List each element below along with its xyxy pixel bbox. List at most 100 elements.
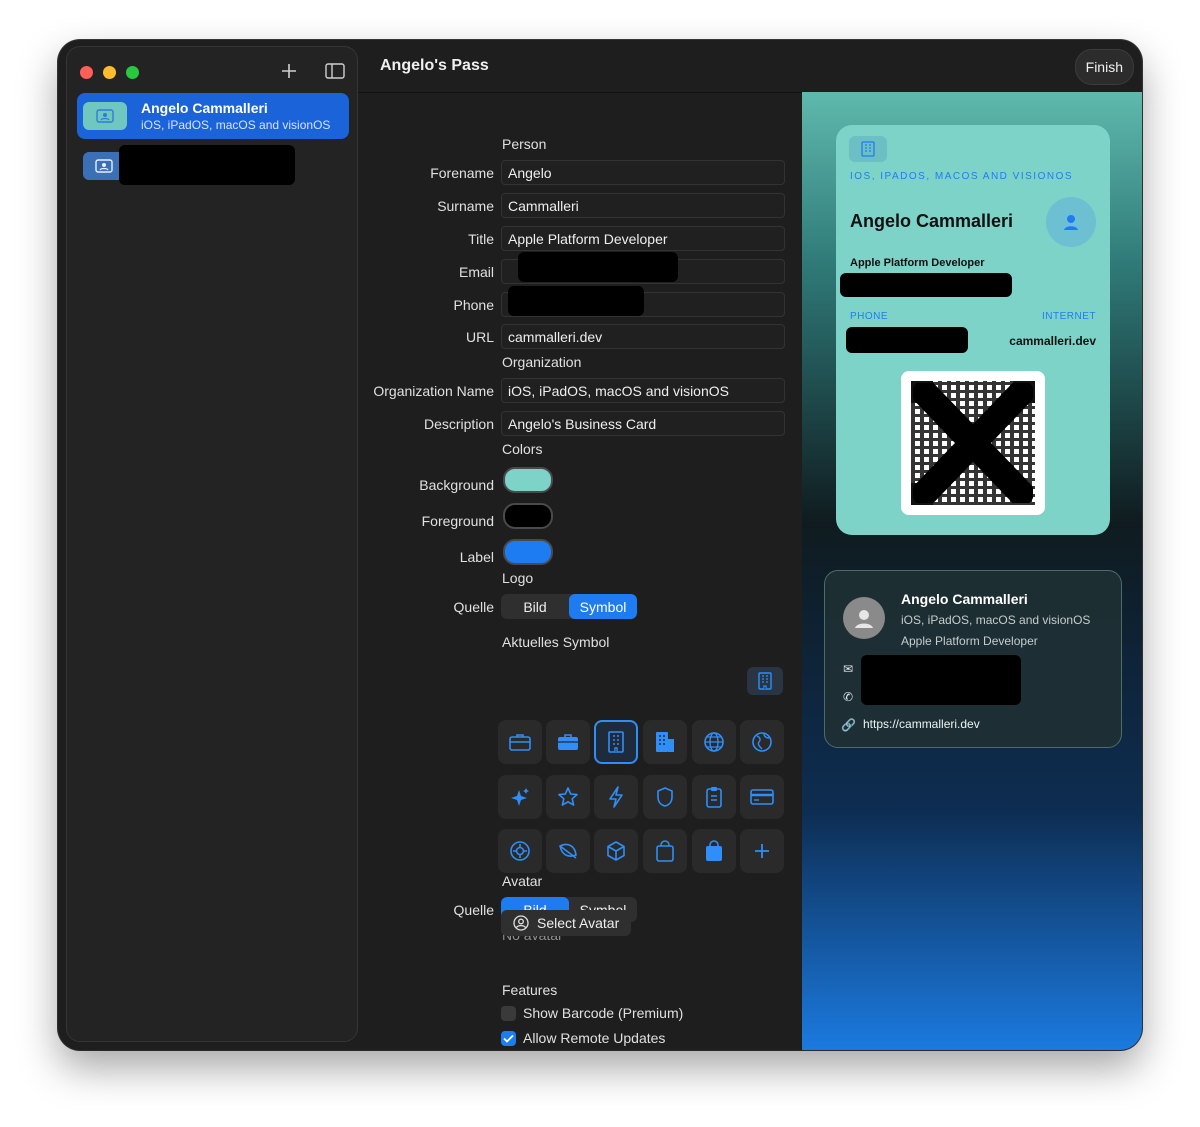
qr-code bbox=[901, 371, 1045, 515]
avatar-source-label: Quelle bbox=[453, 902, 494, 918]
cube-icon bbox=[607, 841, 625, 861]
forename-label: Forename bbox=[430, 165, 494, 181]
symbol-shield[interactable] bbox=[643, 775, 687, 819]
redaction-x bbox=[913, 383, 1033, 503]
description-field[interactable]: Angelo's Business Card bbox=[501, 411, 785, 436]
title-field[interactable]: Apple Platform Developer bbox=[501, 226, 785, 251]
section-avatar: Avatar bbox=[502, 873, 543, 889]
clipboard-icon bbox=[706, 787, 722, 808]
show-barcode-label: Show Barcode (Premium) bbox=[523, 1005, 684, 1021]
select-avatar-button[interactable]: Select Avatar bbox=[501, 910, 632, 936]
phone-icon: ✆ bbox=[842, 690, 854, 704]
symbol-star[interactable] bbox=[546, 775, 590, 819]
window-title: Angelo's Pass bbox=[380, 57, 489, 74]
building-fill-icon bbox=[656, 732, 674, 752]
globe-icon bbox=[704, 732, 724, 752]
surname-label: Surname bbox=[437, 198, 494, 214]
contact-popover: Angelo Cammalleri iOS, iPadOS, macOS and… bbox=[824, 570, 1122, 748]
building-icon bbox=[861, 141, 875, 157]
creditcard-icon bbox=[750, 789, 774, 805]
section-colors: Colors bbox=[502, 441, 543, 457]
symbol-cube[interactable] bbox=[594, 829, 638, 873]
symbol-sparkles[interactable] bbox=[498, 775, 542, 819]
checkmark-icon bbox=[503, 1034, 514, 1043]
card-logo bbox=[849, 136, 887, 162]
contact-url[interactable]: https://cammalleri.dev bbox=[863, 717, 980, 731]
symbol-briefcase[interactable] bbox=[498, 720, 542, 764]
current-symbol-label: Aktuelles Symbol bbox=[502, 634, 610, 650]
bag-fill-icon bbox=[706, 840, 722, 861]
contact-card-icon bbox=[96, 109, 114, 123]
redaction bbox=[119, 145, 295, 185]
sidebar-icon bbox=[325, 63, 345, 79]
toggle-sidebar-button[interactable] bbox=[321, 57, 349, 85]
symbol-clipboard[interactable] bbox=[692, 775, 736, 819]
minimize-window-button[interactable] bbox=[103, 66, 116, 79]
symbol-bag[interactable] bbox=[643, 829, 687, 873]
surname-field[interactable]: Cammalleri bbox=[501, 193, 785, 218]
contact-card-icon bbox=[95, 159, 113, 173]
sidebar-item-pass-angelo[interactable]: Angelo Cammalleri iOS, iPadOS, macOS and… bbox=[77, 93, 349, 139]
symbol-bag-fill[interactable] bbox=[692, 829, 736, 873]
zoom-window-button[interactable] bbox=[126, 66, 139, 79]
background-label: Background bbox=[419, 477, 494, 493]
forename-field[interactable]: Angelo bbox=[501, 160, 785, 185]
close-window-button[interactable] bbox=[80, 66, 93, 79]
show-barcode-checkbox[interactable] bbox=[501, 1005, 516, 1021]
section-person: Person bbox=[502, 136, 547, 152]
contact-avatar bbox=[843, 597, 885, 639]
org-name-label: Organization Name bbox=[373, 383, 494, 399]
feature-show-barcode[interactable]: Show Barcode (Premium) bbox=[501, 1005, 683, 1021]
symbol-gear-badge[interactable] bbox=[498, 829, 542, 873]
symbol-building-fill[interactable] bbox=[643, 720, 687, 764]
feature-allow-remote-updates[interactable]: Allow Remote Updates bbox=[501, 1030, 665, 1046]
add-pass-button[interactable] bbox=[275, 57, 303, 85]
foreground-color-well[interactable] bbox=[503, 503, 553, 529]
symbol-building[interactable] bbox=[594, 720, 638, 764]
url-field[interactable]: cammalleri.dev bbox=[501, 324, 785, 349]
building-icon bbox=[608, 731, 624, 753]
symbol-leaf[interactable] bbox=[546, 829, 590, 873]
star-icon bbox=[558, 787, 578, 806]
allow-remote-updates-checkbox[interactable] bbox=[501, 1030, 516, 1046]
org-name-field[interactable]: iOS, iPadOS, macOS and visionOS bbox=[501, 378, 785, 403]
briefcase-icon bbox=[509, 734, 531, 751]
person-fill-icon bbox=[855, 610, 873, 628]
link-icon: 🔗 bbox=[841, 718, 856, 732]
symbol-creditcard[interactable] bbox=[740, 775, 784, 819]
pass-preview: IOS, IPADOS, MACOS AND VISIONOS Angelo C… bbox=[802, 92, 1142, 1050]
shield-icon bbox=[657, 787, 673, 807]
finish-button[interactable]: Finish bbox=[1074, 49, 1134, 85]
symbol-globe[interactable] bbox=[692, 720, 736, 764]
redaction bbox=[508, 286, 644, 316]
plus-icon bbox=[755, 844, 769, 858]
redaction bbox=[518, 252, 678, 282]
logo-source-symbol[interactable]: Symbol bbox=[569, 594, 637, 619]
label-color-label: Label bbox=[459, 549, 494, 565]
app-window: Angelo Cammalleri iOS, iPadOS, macOS and… bbox=[58, 40, 1142, 1050]
section-logo: Logo bbox=[502, 570, 534, 586]
card-title: Apple Platform Developer bbox=[850, 257, 985, 269]
contact-title: Apple Platform Developer bbox=[901, 634, 1038, 648]
gear-badge-icon bbox=[510, 841, 530, 861]
title-label: Title bbox=[468, 231, 494, 247]
card-url: cammalleri.dev bbox=[1009, 334, 1096, 348]
symbol-globe-americas[interactable] bbox=[740, 720, 784, 764]
symbol-plus[interactable] bbox=[740, 829, 784, 873]
person-crop-circle-icon bbox=[513, 915, 529, 931]
redaction bbox=[846, 327, 968, 353]
logo-source-bild[interactable]: Bild bbox=[501, 594, 569, 619]
background-color-well[interactable] bbox=[503, 467, 553, 493]
redaction bbox=[840, 273, 1012, 297]
symbol-briefcase-fill[interactable] bbox=[546, 720, 590, 764]
sidebar: Angelo Cammalleri iOS, iPadOS, macOS and… bbox=[66, 46, 358, 1042]
symbol-bolt[interactable] bbox=[594, 775, 638, 819]
current-symbol-preview bbox=[747, 667, 783, 695]
allow-remote-updates-label: Allow Remote Updates bbox=[523, 1030, 666, 1046]
briefcase-fill-icon bbox=[558, 734, 578, 750]
label-color-well[interactable] bbox=[503, 539, 553, 565]
logo-source-segmented: Bild Symbol bbox=[501, 594, 637, 619]
section-organization: Organization bbox=[502, 354, 582, 370]
section-features: Features bbox=[502, 982, 558, 998]
bolt-icon bbox=[609, 786, 623, 808]
